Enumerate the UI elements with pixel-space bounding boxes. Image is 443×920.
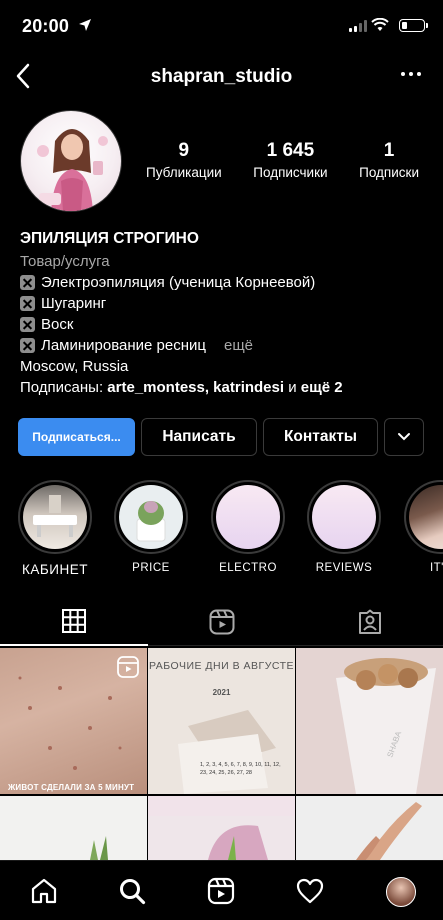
grid-post[interactable]: ЖИВОТ СДЕЛАЛИ ЗА 5 МИНУТ: [0, 648, 147, 794]
grid-icon: [62, 609, 86, 633]
stat-following-label: Подписки: [359, 165, 419, 180]
highlight-item[interactable]: REVIEWS: [307, 480, 381, 574]
grid-post[interactable]: РАБОЧИЕ ДНИ В АВГУСТЕ 2021 1, 2, 3, 4, 5…: [148, 648, 295, 794]
stat-followers-count: 1 645: [266, 140, 315, 161]
posts-grid: ЖИВОТ СДЕЛАЛИ ЗА 5 МИНУТ РАБОЧИЕ ДНИ В А…: [0, 648, 443, 860]
svg-text:23, 24, 25, 26, 27, 28: 23, 24, 25, 26, 27, 28: [200, 770, 252, 776]
profile-display-name: ЭПИЛЯЦИЯ СТРОГИНО: [20, 230, 199, 247]
signal-icon: [349, 20, 367, 32]
stat-following-count: 1: [383, 140, 395, 161]
profile-category: Товар/услуга: [20, 253, 110, 270]
battery-icon: [399, 19, 428, 32]
highlight-cover: [216, 485, 280, 549]
cross-mark-icon: [20, 317, 35, 332]
followed-by-and: и: [288, 379, 297, 396]
profile-location: Moscow, Russia: [20, 358, 129, 375]
stat-followers[interactable]: 1 645 Подписчики: [253, 140, 327, 180]
suggested-dropdown-button[interactable]: [384, 418, 424, 456]
tab-tagged[interactable]: [296, 598, 443, 646]
highlight-label: REVIEWS: [315, 562, 373, 574]
bio-line: Электроэпиляция (ученица Корнеевой): [20, 272, 429, 293]
tagged-icon: [359, 609, 381, 634]
followed-by-names[interactable]: arte_montess, katrindesi: [107, 379, 284, 396]
bio-line: Ламинирование ресниц ещё: [20, 335, 429, 356]
grid-post[interactable]: [296, 796, 443, 860]
stat-posts-count: 9: [178, 140, 190, 161]
grid-post[interactable]: [148, 796, 295, 860]
profile-bio: ЭПИЛЯЦИЯ СТРОГИНО Товар/услуга Электроэп…: [20, 228, 429, 398]
highlight-label: ELECTRO: [219, 562, 277, 574]
followed-by-more[interactable]: ещё 2: [301, 379, 343, 396]
bio-service: Ламинирование ресниц: [41, 337, 206, 354]
bio-line: Воск: [20, 314, 429, 335]
bio-line: Шугаринг: [20, 293, 429, 314]
search-icon[interactable]: [118, 877, 146, 905]
message-button[interactable]: Написать: [141, 418, 257, 456]
bio-service: Воск: [41, 316, 74, 333]
highlight-cover: [23, 485, 87, 549]
reels-icon: [209, 609, 235, 635]
profile-actions: Подписаться... Написать Контакты: [18, 418, 425, 456]
followed-by[interactable]: Подписаны: arte_montess, katrindesi и ещ…: [20, 377, 429, 398]
avatar[interactable]: [20, 110, 122, 212]
grid-post[interactable]: SHABA: [296, 648, 443, 794]
bio-service: Электроэпиляция (ученица Корнеевой): [41, 274, 316, 291]
profile-stats: 9 Публикации 1 645 Подписчики 1 Подписки: [140, 140, 433, 180]
svg-text:1, 2, 3, 4, 5, 6, 7, 8, 9, 10,: 1, 2, 3, 4, 5, 6, 7, 8, 9, 10, 11, 12,: [200, 762, 281, 768]
highlight-item[interactable]: IT'S: [404, 480, 443, 574]
story-highlights: КАБИНЕТ PRICE ELECTRO REVIEWS IT'S: [16, 480, 443, 580]
highlight-label: IT'S: [429, 562, 443, 574]
home-icon[interactable]: [30, 877, 58, 905]
tab-reels[interactable]: [148, 598, 296, 646]
highlight-item[interactable]: КАБИНЕТ: [18, 480, 92, 577]
tab-posts[interactable]: [0, 598, 148, 646]
highlight-label: КАБИНЕТ: [22, 562, 88, 577]
follow-button[interactable]: Подписаться...: [18, 418, 135, 456]
post-caption: ЖИВОТ СДЕЛАЛИ ЗА 5 МИНУТ: [8, 783, 135, 792]
profile-icon[interactable]: [386, 877, 416, 907]
profile-username: shapran_studio: [150, 66, 293, 87]
heart-icon[interactable]: [296, 877, 324, 905]
profile-tabs: [0, 598, 443, 646]
highlight-item[interactable]: ELECTRO: [211, 480, 285, 574]
chevron-down-icon: [398, 433, 410, 441]
location-arrow-icon: [79, 19, 91, 31]
highlight-cover: [409, 485, 443, 549]
stat-followers-label: Подписчики: [253, 165, 328, 180]
reels-icon[interactable]: [207, 877, 235, 905]
status-bar: 20:00: [0, 0, 443, 54]
wifi-icon: [371, 18, 389, 31]
highlight-item[interactable]: PRICE: [114, 480, 188, 574]
stat-following[interactable]: 1 Подписки: [359, 140, 419, 180]
status-time: 20:00: [22, 16, 70, 36]
highlight-cover: [312, 485, 376, 549]
highlight-label: PRICE: [132, 562, 170, 574]
avatar-illustration: [37, 129, 108, 211]
cross-mark-icon: [20, 338, 35, 353]
contacts-button[interactable]: Контакты: [263, 418, 378, 456]
bio-service: Шугаринг: [41, 295, 107, 312]
followed-by-prefix: Подписаны:: [20, 379, 104, 396]
grid-post[interactable]: [0, 796, 147, 860]
reels-badge-icon: [117, 656, 139, 678]
stat-posts-label: Публикации: [146, 165, 222, 180]
bottom-nav: [0, 860, 443, 920]
stat-posts[interactable]: 9 Публикации: [146, 140, 222, 180]
cross-mark-icon: [20, 275, 35, 290]
bio-more-link[interactable]: ещё: [224, 335, 253, 356]
more-dots-icon[interactable]: [401, 72, 421, 76]
highlight-cover: [119, 485, 183, 549]
profile-header: shapran_studio: [0, 58, 443, 98]
cross-mark-icon: [20, 296, 35, 311]
